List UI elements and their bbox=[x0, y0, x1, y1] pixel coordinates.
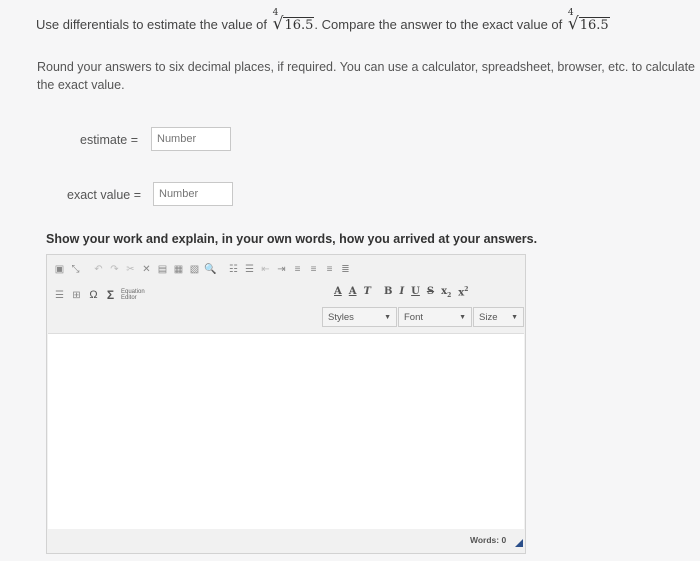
undo-icon[interactable]: ↶ bbox=[92, 263, 105, 276]
radical-1: 4 √16.5 bbox=[272, 8, 315, 34]
root-index: 4 bbox=[272, 8, 279, 18]
question-lead: Use differentials to estimate the value … bbox=[36, 17, 267, 32]
bg-color-button[interactable]: A bbox=[349, 286, 357, 299]
editor-toolbar-row2: ☰ ⊞ Ω Σ Equation Editor bbox=[53, 286, 145, 304]
align-left-icon[interactable]: ≡ bbox=[291, 263, 304, 276]
size-label: Size bbox=[479, 311, 498, 323]
paste-icon[interactable]: ▦ bbox=[172, 263, 185, 276]
font-dropdown[interactable]: Font ▼ bbox=[398, 307, 472, 327]
text-color-button[interactable]: A bbox=[334, 286, 342, 299]
equation-editor-button[interactable]: Equation Editor bbox=[121, 289, 145, 301]
justify-icon[interactable]: ≣ bbox=[339, 263, 352, 276]
editor-toolbar-row1: ▣ ⤡ ↶ ↷ ✂ ✕ ▤ ▦ ▧ 🔍 ☷ ☰ ⇤ ⇥ ≡ ≡ ≡ ≣ bbox=[53, 261, 352, 277]
subscript-button[interactable]: x2 bbox=[441, 286, 451, 299]
instructions-text: Round your answers to six decimal places… bbox=[37, 60, 696, 92]
estimate-input[interactable] bbox=[151, 127, 231, 151]
chevron-down-icon: ▼ bbox=[384, 313, 391, 321]
root-index: 4 bbox=[567, 8, 574, 18]
chevron-down-icon: ▼ bbox=[459, 313, 466, 321]
align-right-icon[interactable]: ≡ bbox=[323, 263, 336, 276]
exact-value-input[interactable] bbox=[153, 182, 233, 206]
superscript-button[interactable]: x2 bbox=[458, 286, 468, 299]
horizontal-line-icon[interactable]: ☰ bbox=[53, 289, 66, 302]
editor-body[interactable] bbox=[48, 333, 524, 529]
resize-grip-icon[interactable] bbox=[515, 539, 523, 547]
estimate-label: estimate = bbox=[80, 133, 139, 147]
cut-icon[interactable]: ✕ bbox=[140, 263, 153, 276]
styles-label: Styles bbox=[328, 311, 354, 323]
outdent-icon[interactable]: ⇤ bbox=[259, 263, 272, 276]
indent-icon[interactable]: ⇥ bbox=[275, 263, 288, 276]
radical-2: 4 √16.5 bbox=[567, 8, 610, 34]
format-buttons: A A T B I U S x2 x2 bbox=[334, 286, 468, 299]
table-icon[interactable]: ⊞ bbox=[70, 289, 83, 302]
numbered-list-icon[interactable]: ☷ bbox=[227, 263, 240, 276]
sigma-icon[interactable]: Σ bbox=[104, 288, 117, 302]
paste-text-icon[interactable]: ▧ bbox=[188, 263, 201, 276]
question-text: Use differentials to estimate the value … bbox=[36, 8, 610, 34]
exact-value-label: exact value = bbox=[67, 188, 142, 202]
underline-button[interactable]: U bbox=[411, 286, 420, 299]
strike-button[interactable]: S bbox=[427, 286, 434, 299]
bulleted-list-icon[interactable]: ☰ bbox=[243, 263, 256, 276]
chevron-down-icon: ▼ bbox=[511, 313, 518, 321]
question-mid: . Compare the answer to the exact value … bbox=[314, 17, 563, 32]
align-center-icon[interactable]: ≡ bbox=[307, 263, 320, 276]
scissors-icon[interactable]: ✂ bbox=[124, 263, 137, 276]
font-label: Font bbox=[404, 311, 424, 323]
size-dropdown[interactable]: Size ▼ bbox=[473, 307, 524, 327]
search-icon[interactable]: 🔍 bbox=[204, 263, 217, 276]
work-prompt: Show your work and explain, in your own … bbox=[46, 232, 538, 246]
word-count: Words: 0 bbox=[470, 535, 507, 545]
styles-dropdown[interactable]: Styles ▼ bbox=[322, 307, 397, 327]
radicand: 16.5 bbox=[283, 17, 315, 33]
remove-format-button[interactable]: T bbox=[364, 286, 371, 299]
copy-icon[interactable]: ▤ bbox=[156, 263, 169, 276]
bold-button[interactable]: B bbox=[384, 286, 392, 299]
omega-icon[interactable]: Ω bbox=[87, 289, 100, 302]
radicand: 16.5 bbox=[578, 17, 610, 33]
italic-button[interactable]: I bbox=[399, 286, 404, 299]
redo-icon[interactable]: ↷ bbox=[108, 263, 121, 276]
maximize-icon[interactable]: ⤡ bbox=[69, 263, 82, 276]
source-icon[interactable]: ▣ bbox=[53, 263, 66, 276]
